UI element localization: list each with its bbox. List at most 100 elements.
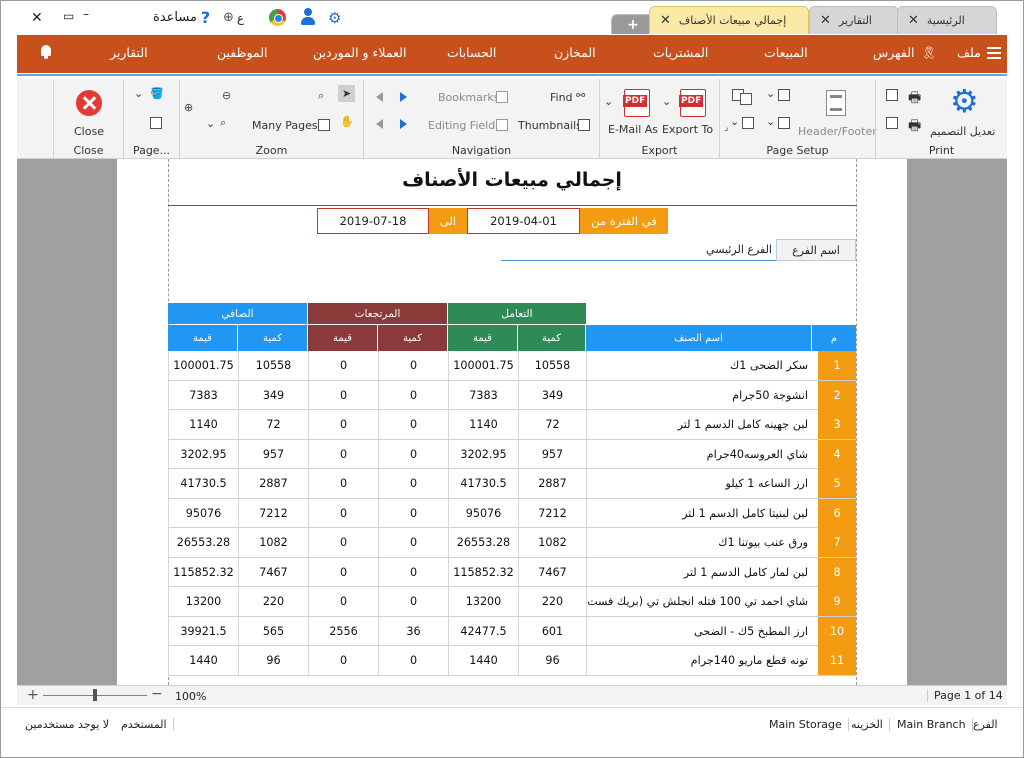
help-button[interactable]: ? مساعدة xyxy=(153,8,210,27)
customize-design-button[interactable]: تعديل التصميم xyxy=(930,125,995,138)
table-row: 115852.32 7467 0 0 115852.32 7467 لبن لمار كام… xyxy=(168,557,856,587)
menu-item-reports[interactable]: التقارير xyxy=(110,45,148,60)
dealing-value-header: قيمة xyxy=(448,325,518,351)
quick-print-icon[interactable]: 🖶 xyxy=(908,115,921,139)
paper-size-icon[interactable] xyxy=(742,117,754,129)
table-row: 26553.28 1082 0 0 26553.28 1082 ورق عنب بيوتنا… xyxy=(168,528,856,558)
thumbnails-button[interactable]: Thumbnails xyxy=(518,119,582,132)
columns-icon[interactable] xyxy=(778,117,790,129)
dealing-value-cell: 41730.5 xyxy=(448,469,518,498)
bookmarks-button[interactable]: Bookmarks xyxy=(438,91,499,104)
thumbnails-icon[interactable] xyxy=(578,119,590,131)
user-icon[interactable] xyxy=(300,8,316,26)
size-dropdown-icon[interactable]: ⌄ xyxy=(766,87,775,100)
dealing-value-cell: 115852.32 xyxy=(448,557,518,587)
tab-item-reports[interactable]: ✕ التقارير xyxy=(809,6,899,34)
design-gear-icon[interactable]: ⚙ xyxy=(950,85,979,117)
find-button[interactable]: Find xyxy=(550,91,573,104)
magnifier-icon[interactable]: ⌕ xyxy=(318,89,324,103)
last-page-icon[interactable] xyxy=(400,92,407,102)
gears-icon[interactable]: ⚙ xyxy=(328,9,341,27)
printer-icon[interactable]: 🖶 xyxy=(908,87,921,111)
dealing-value-cell: 95076 xyxy=(448,498,518,528)
zoom-out-icon[interactable]: ⊖ xyxy=(222,89,231,102)
window-restore-icon[interactable]: ▭ xyxy=(63,9,74,23)
table-row: 1140 72 0 0 1140 72 لبن جهينه كامل الدسم 1 لتر… xyxy=(168,410,856,440)
net-qty-header: كمية xyxy=(238,325,308,351)
header-footer-button[interactable]: Header/Footer xyxy=(798,125,877,138)
margins-dropdown-icon[interactable]: ⌟ xyxy=(724,123,728,133)
menu-item-employees[interactable]: الموظفين xyxy=(217,45,268,60)
language-button[interactable]: ⊕ ع xyxy=(223,10,244,25)
zoom-slider-thumb[interactable] xyxy=(93,689,97,701)
many-pages-icon[interactable] xyxy=(318,119,330,131)
table-row: 3202.95 957 0 0 3202.95 957 شاي العروسه40جرام 4 xyxy=(168,439,856,469)
tab-close-icon[interactable]: ✕ xyxy=(660,13,671,28)
paint-bucket-icon[interactable]: 🪣 xyxy=(150,87,164,100)
returns-value-cell: 2556 xyxy=(308,616,378,646)
bell-icon[interactable] xyxy=(39,45,53,59)
zoom-out-button[interactable]: − xyxy=(151,686,163,702)
scale-icon[interactable] xyxy=(778,89,790,101)
print-options-icon[interactable] xyxy=(886,89,898,101)
print-preview-ribbon: Close Close ⌄ 🪣 Page... ⊕ ⊖ ⌄ ⌕ Many Pag… xyxy=(17,79,1007,159)
zoom-dropdown-icon[interactable]: ⌄ xyxy=(206,117,215,130)
zoom-in-icon[interactable]: ⊕ xyxy=(184,101,193,114)
zoom-icon[interactable]: ⌕ xyxy=(220,116,226,130)
returns-qty-cell: 0 xyxy=(378,351,448,380)
title-bar: ✕ ▭ – ? مساعدة ⊕ ع ⚙ + ✕ إجمالي مبيعات ا… xyxy=(1,1,1023,35)
export-dropdown-icon[interactable]: ⌄ xyxy=(662,95,671,108)
net-group-header: الصافي xyxy=(168,303,307,324)
close-button[interactable]: Close xyxy=(74,125,104,138)
close-preview-icon[interactable] xyxy=(76,90,102,116)
header-footer-icon[interactable] xyxy=(826,90,846,116)
binoculars-icon[interactable]: ⚯ xyxy=(576,89,585,102)
dealing-value-cell: 13200 xyxy=(448,587,518,616)
hand-icon[interactable]: ✋ xyxy=(340,115,354,128)
margins-icon[interactable] xyxy=(740,93,752,105)
net-qty-cell: 1082 xyxy=(238,528,308,557)
pdf-email-icon[interactable]: PDF xyxy=(623,89,650,117)
net-qty-cell: 10558 xyxy=(238,351,308,380)
parameters-icon[interactable] xyxy=(886,117,898,129)
net-qty-cell: 349 xyxy=(238,380,308,410)
menu-item-index[interactable]: الفهرس xyxy=(873,45,915,60)
many-pages-button[interactable]: Many Pages xyxy=(252,119,318,132)
previous-page-icon[interactable] xyxy=(376,92,383,102)
menu-item-customers-suppliers[interactable]: العملاء و الموردين xyxy=(313,45,406,60)
tab-close-icon[interactable]: ✕ xyxy=(820,13,831,28)
window-close-icon[interactable]: ✕ xyxy=(31,10,43,26)
page-layout-icon[interactable] xyxy=(150,117,162,129)
group-caption: Navigation xyxy=(451,144,512,157)
tab-close-icon[interactable]: ✕ xyxy=(908,13,919,28)
menu-item-sales[interactable]: المبيعات xyxy=(764,45,808,60)
export-to-button[interactable]: Export To xyxy=(662,123,713,136)
net-value-cell: 41730.5 xyxy=(168,469,238,498)
paper-dropdown-icon[interactable]: ⌄ xyxy=(730,115,739,128)
pdf-export-icon[interactable]: PDF xyxy=(679,89,706,117)
tab-item-home[interactable]: ✕ الرئيسية xyxy=(897,6,997,34)
editing-fields-icon[interactable] xyxy=(496,119,508,131)
menu-item-stores[interactable]: المخازن xyxy=(554,45,596,60)
browser-icon[interactable] xyxy=(269,9,286,26)
window-minimize-icon[interactable]: – xyxy=(83,7,89,21)
page-dropdown-icon[interactable]: ⌄ xyxy=(134,87,143,100)
first-page-icon[interactable] xyxy=(376,119,383,129)
dealing-value-cell: 7383 xyxy=(448,380,518,410)
tab-item-sales-report[interactable]: ✕ إجمالي مبيعات الأصناف xyxy=(649,6,809,34)
zoom-in-button[interactable]: + xyxy=(27,687,39,703)
menu-item-accounts[interactable]: الحسابات xyxy=(447,45,496,60)
columns-dropdown-icon[interactable]: ⌄ xyxy=(766,115,775,128)
pointer-icon[interactable]: ➤ xyxy=(338,85,356,102)
net-value-cell: 39921.5 xyxy=(168,616,238,646)
document-viewer[interactable]: إجمالي مبيعات الأصناف 2019-07-18 الى 201… xyxy=(17,159,1007,685)
editing-fields-button[interactable]: Editing Fields xyxy=(428,119,501,132)
group-caption: Zoom xyxy=(255,144,288,157)
hamburger-icon[interactable] xyxy=(987,47,1001,59)
menu-item-file[interactable]: ملف xyxy=(957,45,981,60)
email-as-button[interactable]: E-Mail As xyxy=(608,123,658,136)
bookmarks-icon[interactable] xyxy=(496,91,508,103)
menu-item-purchases[interactable]: المشتريات xyxy=(653,45,708,60)
next-page-icon[interactable] xyxy=(400,119,407,129)
email-dropdown-icon[interactable]: ⌄ xyxy=(604,95,613,108)
